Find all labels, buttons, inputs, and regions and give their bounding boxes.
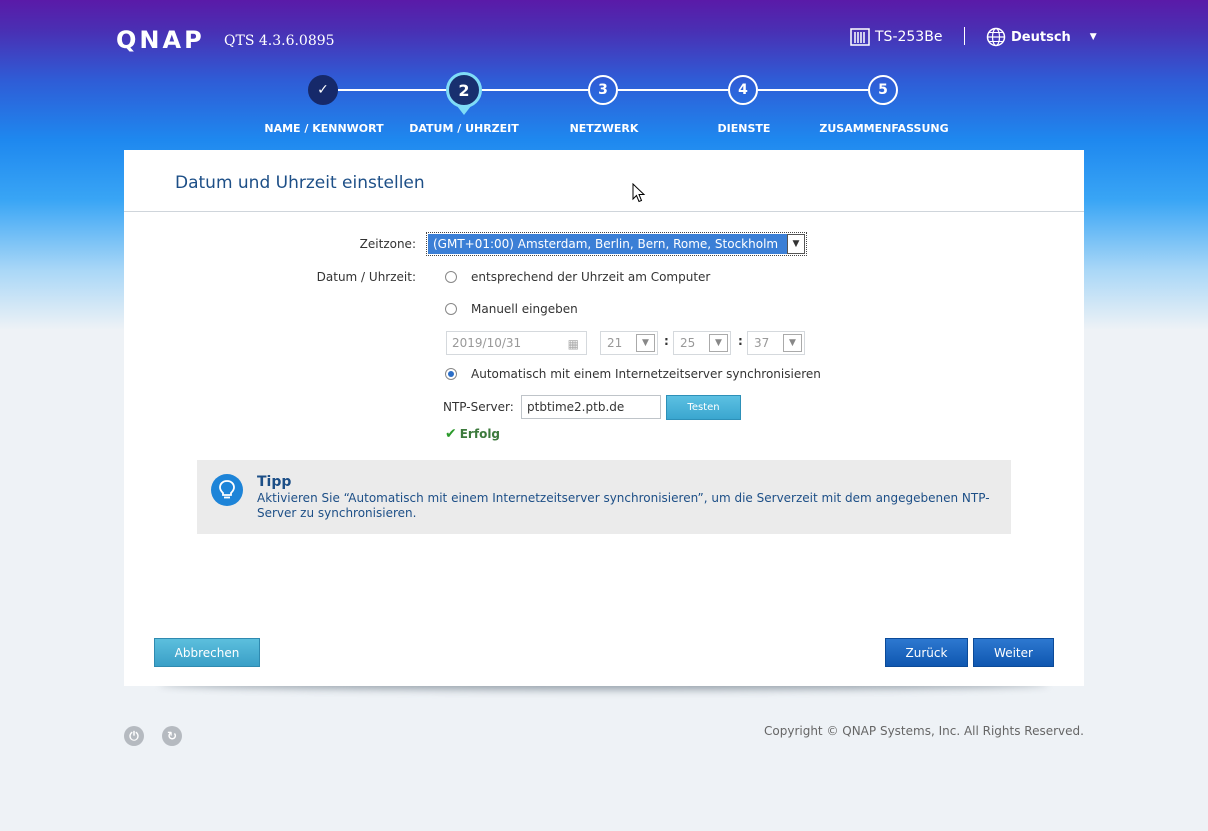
datetime-label: Datum / Uhrzeit: [316, 270, 416, 284]
step-3-label: NETZWERK [569, 122, 639, 135]
next-button[interactable]: Weiter [973, 638, 1054, 667]
chevron-down-icon[interactable]: ▼ [636, 334, 655, 352]
firmware-version: QTS 4.3.6.0895 [224, 33, 335, 49]
step-3-indicator: 3 [588, 75, 618, 105]
lightbulb-icon [211, 474, 243, 506]
power-icon[interactable]: ⏻ [124, 726, 144, 746]
step-connector [478, 89, 590, 91]
chevron-down-icon: ▼ [1089, 32, 1097, 42]
step-4-label: DIENSTE [717, 122, 771, 135]
second-select[interactable]: 37 ▼ [747, 331, 805, 355]
minute-select[interactable]: 25 ▼ [673, 331, 731, 355]
step-2-indicator: 2 [446, 72, 482, 108]
step-number: 4 [738, 82, 748, 98]
hour-value: 21 [607, 336, 623, 350]
chevron-down-icon[interactable]: ▼ [787, 234, 805, 254]
ntp-server-value: ptbtime2.ptb.de [527, 400, 625, 414]
status-text: Erfolg [459, 427, 501, 441]
tip-title: Tipp [257, 474, 292, 490]
restart-icon[interactable]: ↻ [162, 726, 182, 746]
nas-device-icon [850, 28, 870, 46]
radio-computer-time[interactable] [445, 271, 457, 283]
step-connector [618, 89, 730, 91]
device-info: TS-253Be [850, 28, 942, 46]
step-1-label: NAME / KENNWORT [264, 122, 384, 135]
cancel-button[interactable]: Abbrechen [154, 638, 260, 667]
wizard-panel: Datum und Uhrzeit einstellen Zeitzone: (… [124, 150, 1084, 686]
back-button[interactable]: Zurück [885, 638, 968, 667]
ntp-server-label: NTP-Server: [443, 400, 514, 414]
test-button[interactable]: Testen [666, 395, 741, 420]
time-separator: : [664, 334, 669, 348]
tip-box: Tipp Aktivieren Sie “Automatisch mit ein… [197, 460, 1011, 534]
step-5-label: ZUSAMMENFASSUNG [819, 122, 949, 135]
step-number: 3 [598, 82, 608, 98]
step-number: 2 [458, 80, 470, 100]
date-input[interactable]: 2019/10/31 ▦ [446, 331, 587, 355]
step-number: 5 [878, 82, 888, 98]
step-connector [338, 89, 450, 91]
calendar-icon[interactable]: ▦ [568, 337, 579, 351]
time-separator: : [738, 334, 743, 348]
header-divider [964, 27, 965, 45]
date-value: 2019/10/31 [452, 336, 522, 350]
checkmark-icon: ✔ [445, 426, 457, 442]
step-1-indicator: ✓ [308, 75, 338, 105]
chevron-down-icon[interactable]: ▼ [783, 334, 802, 352]
option-ntp-label: Automatisch mit einem Internetzeitserver… [471, 367, 821, 381]
tip-text: Aktivieren Sie “Automatisch mit einem In… [257, 491, 990, 520]
minute-value: 25 [680, 336, 696, 350]
timezone-value: (GMT+01:00) Amsterdam, Berlin, Bern, Rom… [433, 237, 779, 251]
globe-icon [986, 27, 1006, 47]
title-divider [124, 211, 1084, 212]
mouse-cursor-icon [632, 182, 646, 208]
language-selector[interactable]: Deutsch ▼ [986, 27, 1097, 47]
step-connector [758, 89, 870, 91]
copyright-text: Copyright © QNAP Systems, Inc. All Right… [764, 724, 1084, 738]
step-4-indicator: 4 [728, 75, 758, 105]
step-5-indicator: 5 [868, 75, 898, 105]
option-computer-time-label: entsprechend der Uhrzeit am Computer [471, 270, 711, 284]
hour-select[interactable]: 21 ▼ [600, 331, 658, 355]
timezone-select[interactable]: (GMT+01:00) Amsterdam, Berlin, Bern, Rom… [426, 232, 807, 256]
active-step-pointer [457, 106, 471, 115]
ntp-server-input[interactable]: ptbtime2.ptb.de [521, 395, 661, 419]
radio-ntp-sync[interactable] [445, 368, 457, 380]
option-manual-label: Manuell eingeben [471, 302, 578, 316]
timezone-label: Zeitzone: [359, 237, 416, 251]
language-label: Deutsch [1011, 29, 1071, 45]
check-icon: ✓ [317, 82, 329, 98]
qnap-logo: QNAP [116, 26, 205, 54]
radio-manual-entry[interactable] [445, 303, 457, 315]
ntp-status: ✔ Erfolg [445, 426, 500, 442]
page-title: Datum und Uhrzeit einstellen [175, 173, 425, 193]
second-value: 37 [754, 336, 770, 350]
step-2-label: DATUM / UHRZEIT [409, 122, 519, 135]
device-name: TS-253Be [875, 29, 943, 45]
chevron-down-icon[interactable]: ▼ [709, 334, 728, 352]
